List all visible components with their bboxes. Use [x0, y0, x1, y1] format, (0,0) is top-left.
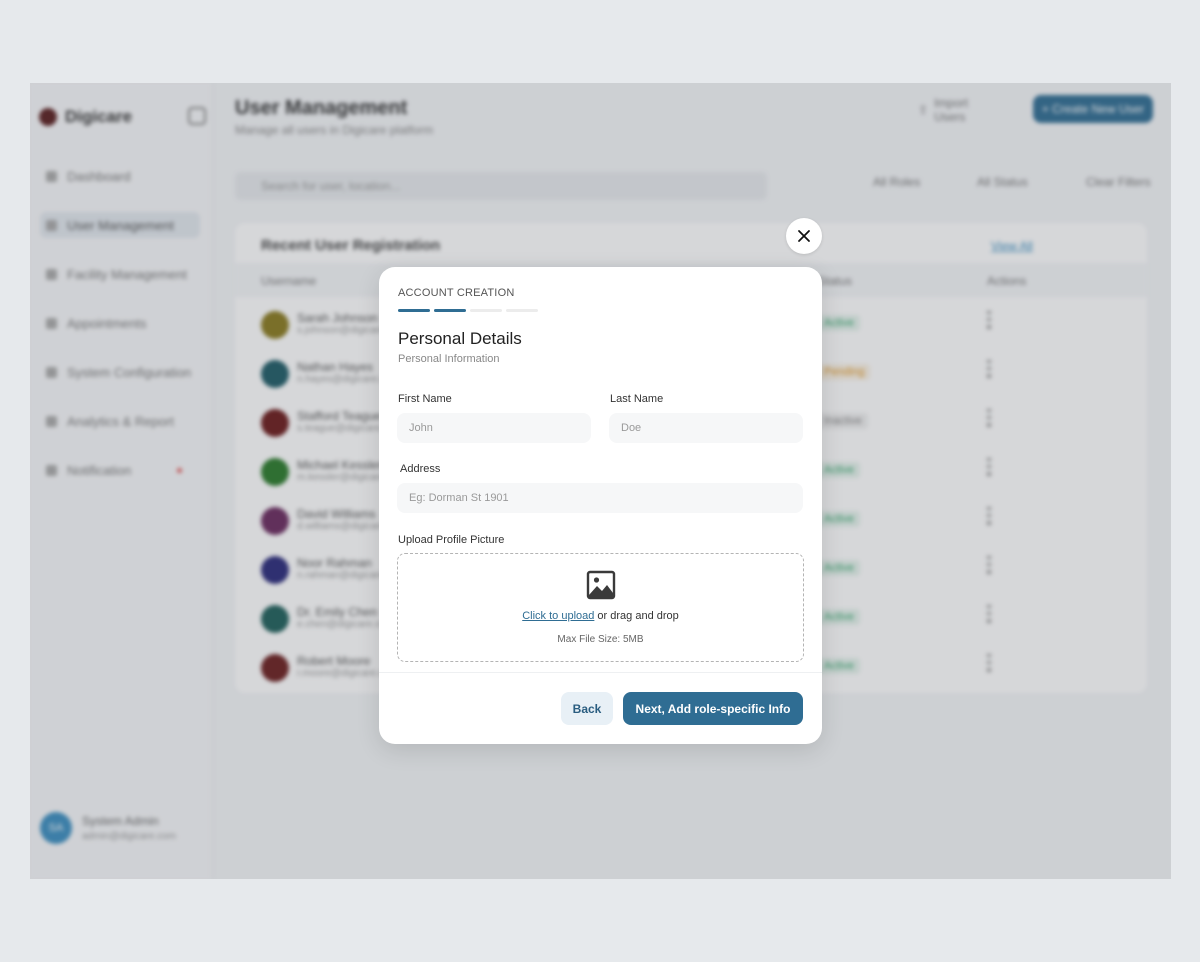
next-button[interactable]: Next, Add role-specific Info: [623, 692, 803, 725]
progress-step: [506, 309, 538, 312]
close-icon: [798, 230, 810, 242]
step-label: ACCOUNT CREATION: [398, 287, 515, 299]
modal-title: Personal Details: [398, 329, 522, 348]
modal-subtitle: Personal Information: [398, 353, 500, 365]
drag-drop-text: or drag and drop: [594, 610, 679, 622]
progress-step: [434, 309, 466, 312]
progress-step: [398, 309, 430, 312]
upload-label: Upload Profile Picture: [398, 534, 505, 546]
progress-step: [470, 309, 502, 312]
address-input[interactable]: [397, 483, 803, 513]
upload-instructions: Click to upload or drag and drop: [398, 610, 803, 622]
profile-picture-dropzone[interactable]: Click to upload or drag and drop Max Fil…: [397, 553, 804, 662]
last-name-input[interactable]: [609, 413, 803, 443]
last-name-label: Last Name: [610, 393, 664, 405]
address-label: Address: [400, 463, 441, 475]
footer-divider: [379, 672, 822, 673]
first-name-input[interactable]: [397, 413, 591, 443]
close-button[interactable]: [786, 218, 822, 254]
first-name-label: First Name: [398, 393, 452, 405]
image-icon: [586, 570, 616, 600]
click-to-upload-link[interactable]: Click to upload: [522, 610, 594, 622]
step-progress: [398, 309, 538, 312]
back-button[interactable]: Back: [561, 692, 613, 725]
account-creation-modal: ACCOUNT CREATION Personal Details Person…: [379, 267, 822, 744]
max-file-size: Max File Size: 5MB: [557, 634, 644, 645]
